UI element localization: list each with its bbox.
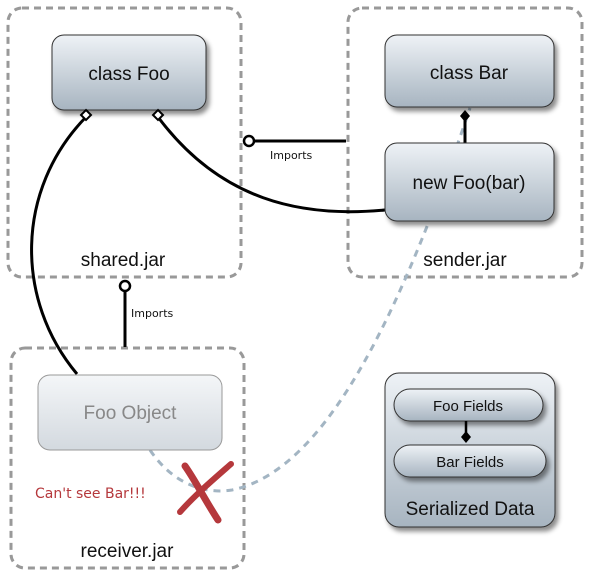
imports-receiver-label: Imports (131, 307, 174, 320)
imports-receiver-socket-icon (118, 279, 132, 293)
imports-sender-socket-icon (242, 134, 256, 148)
class-foo-label: class Foo (88, 64, 169, 85)
foo-object-to-class-foo-link (30, 115, 88, 375)
aggregation-diamond-icon (151, 108, 165, 122)
node-foo-object[interactable]: Foo Object (37, 374, 223, 451)
foo-fields-label: Foo Fields (433, 398, 503, 415)
node-class-bar[interactable]: class Bar (384, 34, 555, 108)
imports-sender-label: Imports (270, 149, 313, 162)
composition-diamond-icon (460, 110, 470, 122)
shared-jar-label: shared.jar (81, 250, 166, 271)
receiver-jar-label: receiver.jar (81, 541, 175, 562)
diagram: shared.jar sender.jar receiver.jar Impor… (6, 6, 584, 570)
class-bar-label: class Bar (430, 63, 509, 84)
node-class-foo[interactable]: class Foo (51, 34, 207, 111)
new-foo-label: new Foo(bar) (413, 173, 526, 194)
cant-see-bar-annotation: Can't see Bar!!! (35, 486, 146, 502)
bar-fields-label: Bar Fields (436, 454, 504, 471)
node-new-foo[interactable]: new Foo(bar) (384, 142, 555, 222)
new-foo-to-class-foo-link (156, 116, 386, 214)
foo-object-label: Foo Object (84, 403, 178, 424)
sender-jar-label: sender.jar (423, 250, 507, 271)
node-serialized-data[interactable]: Foo Fields Bar Fields Serialized Data (384, 372, 556, 528)
serialized-data-label: Serialized Data (406, 499, 535, 520)
error-x-icon (177, 461, 234, 524)
